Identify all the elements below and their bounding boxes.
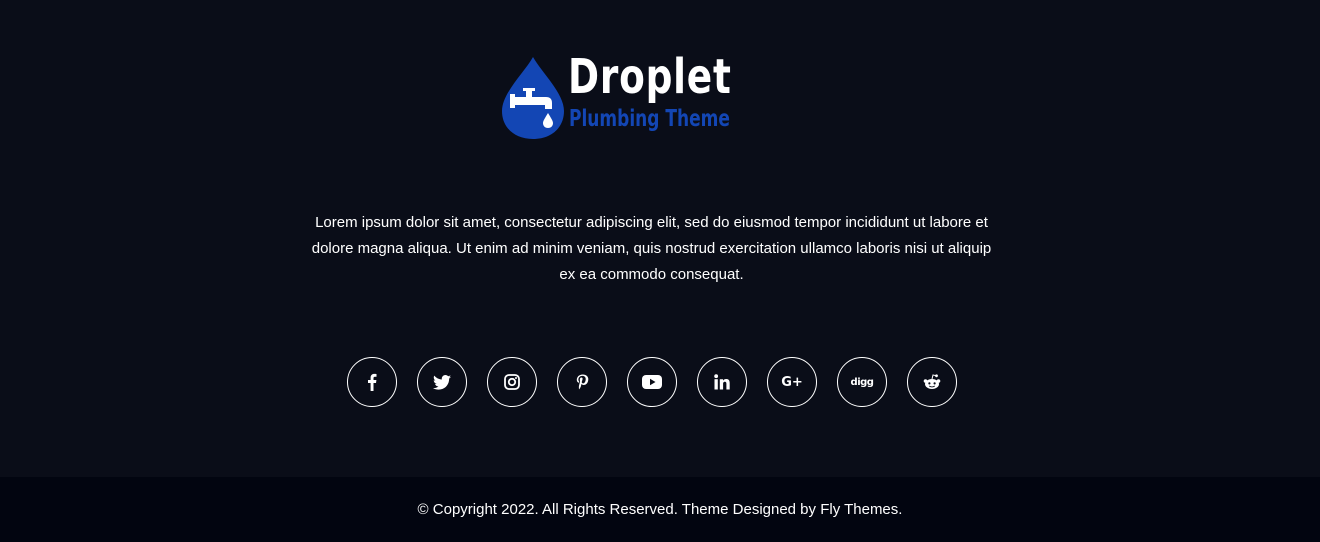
copyright-text: © Copyright 2022. All Rights Reserved. T… [418,500,903,520]
footer-description: Lorem ipsum dolor sit amet, consectetur … [311,214,992,283]
designer-link[interactable]: Fly Themes [820,501,898,518]
copyright-prefix: © Copyright 2022. All Rights Reserved. T… [417,500,817,518]
facebook-button[interactable] [347,357,397,407]
twitter-icon [433,374,451,390]
pinterest-icon [576,374,588,389]
reddit-button[interactable] [907,357,957,407]
youtube-button[interactable] [627,357,677,407]
instagram-button[interactable] [487,357,537,407]
linkedin-icon [714,374,730,390]
logo-tagline: Plumbing Theme [569,106,730,132]
reddit-icon [923,374,941,389]
copyright-suffix: . [898,500,903,518]
google-plus-icon: G+ [781,374,803,390]
droplet-faucet-icon [502,57,564,139]
instagram-icon [504,374,520,390]
pinterest-button[interactable] [557,357,607,407]
footer-main: Droplet Plumbing Theme Lorem ipsum dolor… [0,0,1320,477]
footer-bottom-bar: © Copyright 2022. All Rights Reserved. T… [0,477,1320,542]
digg-icon: digg [850,376,874,388]
digg-button[interactable]: digg [837,357,887,407]
youtube-icon [642,375,662,389]
linkedin-button[interactable] [697,357,747,407]
logo[interactable]: Droplet Plumbing Theme [500,49,750,145]
social-links: G+ digg [347,357,957,407]
facebook-icon [368,373,377,391]
twitter-button[interactable] [417,357,467,407]
logo-title: Droplet [568,49,732,105]
google-plus-button[interactable]: G+ [767,357,817,407]
